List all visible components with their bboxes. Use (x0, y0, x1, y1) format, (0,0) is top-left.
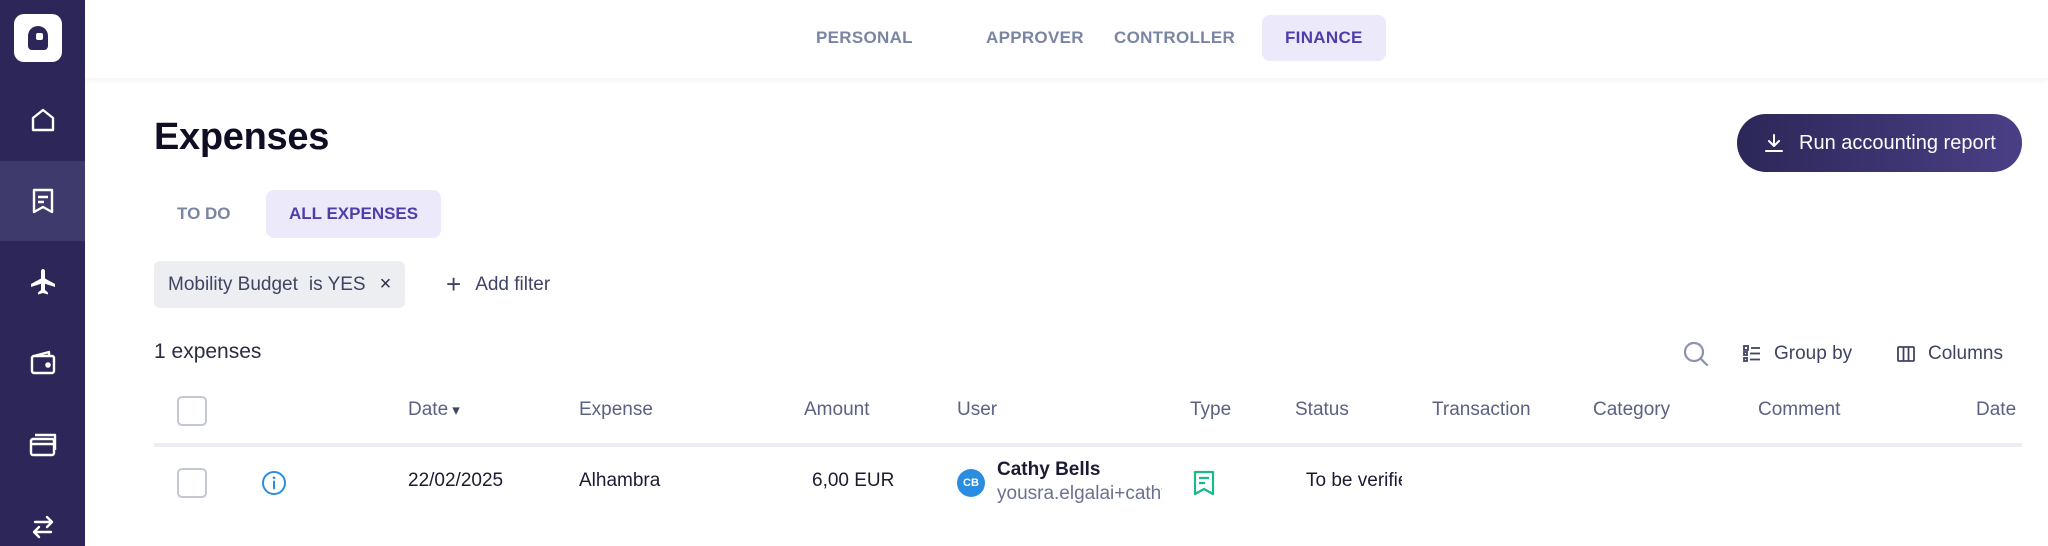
filter-field: Mobility Budget (168, 273, 298, 295)
group-by-icon (1743, 345, 1760, 362)
sidebar-item-expenses[interactable] (0, 161, 85, 241)
tab-all-expenses[interactable]: ALL EXPENSES (266, 190, 442, 238)
row-expense: Alhambra (579, 470, 661, 491)
page-title: Expenses (154, 116, 330, 158)
run-accounting-report-button[interactable]: Run accounting report (1737, 114, 2022, 172)
sidebar-item-transfers[interactable] (0, 487, 85, 546)
sidebar-item-home[interactable] (0, 80, 85, 160)
cards-icon (29, 433, 56, 457)
column-header-amount[interactable]: Amount (804, 399, 869, 421)
add-filter-label: Add filter (475, 273, 551, 295)
columns-button[interactable]: Columns (1896, 339, 2003, 369)
row-status: To be verified (1306, 470, 1402, 491)
group-by-label: Group by (1774, 343, 1853, 364)
sidebar (0, 0, 85, 546)
sidebar-item-cards[interactable] (0, 404, 85, 484)
expense-count: 1 expenses (154, 340, 262, 363)
plus-icon: + (446, 269, 462, 299)
search-button[interactable] (1682, 339, 1722, 369)
row-user-name: Cathy Bells (997, 459, 1101, 480)
column-header-type[interactable]: Type (1190, 399, 1231, 421)
column-header-expense[interactable]: Expense (579, 399, 653, 421)
tab-finance[interactable]: FINANCE (1262, 15, 1386, 61)
info-icon[interactable] (261, 470, 287, 496)
top-bar: PERSONAL APPROVER CONTROLLER FINANCE (85, 0, 2048, 78)
run-report-label: Run accounting report (1799, 131, 1996, 154)
row-checkbox[interactable] (177, 468, 207, 498)
filter-operator: is YES (308, 273, 366, 295)
avatar: CB (957, 469, 985, 497)
receipt-icon (32, 188, 53, 214)
transfer-icon (32, 515, 53, 539)
home-icon (31, 108, 54, 132)
sidebar-item-travel[interactable] (0, 242, 85, 322)
select-all-checkbox[interactable] (177, 396, 207, 426)
column-header-user[interactable]: User (957, 399, 997, 421)
column-header-transaction[interactable]: Transaction (1432, 399, 1531, 421)
column-header-status[interactable]: Status (1295, 399, 1349, 421)
filter-chip[interactable]: Mobility Budget is YES × (154, 261, 406, 308)
row-date: 22/02/2025 (408, 470, 504, 491)
row-amount: 6,00 EUR (812, 470, 895, 491)
column-header-date-2[interactable]: Date (1976, 399, 2016, 421)
tab-personal[interactable]: PERSONAL (793, 15, 936, 61)
row-user-email: yousra.elgalai+cathy (997, 483, 1162, 504)
download-icon (1765, 134, 1783, 152)
header-divider (154, 443, 2022, 447)
airplane-icon (30, 269, 55, 295)
column-header-date[interactable]: Date (408, 399, 460, 421)
tab-to-do[interactable]: TO DO (154, 190, 254, 238)
close-icon[interactable]: × (380, 273, 392, 296)
add-filter-button[interactable]: + Add filter (446, 261, 550, 308)
columns-label: Columns (1928, 343, 2003, 364)
search-icon (1683, 341, 1709, 367)
columns-icon (1897, 346, 1915, 362)
tab-approver[interactable]: APPROVER (963, 15, 1107, 61)
column-header-comment[interactable]: Comment (1758, 399, 1840, 421)
receipt-icon (1193, 470, 1215, 496)
column-header-category[interactable]: Category (1593, 399, 1670, 421)
wallet-icon (30, 350, 55, 375)
app-logo[interactable] (14, 14, 62, 62)
tab-controller[interactable]: CONTROLLER (1091, 15, 1258, 61)
group-by-button[interactable]: Group by (1742, 339, 1852, 369)
sidebar-item-wallet[interactable] (0, 323, 85, 403)
